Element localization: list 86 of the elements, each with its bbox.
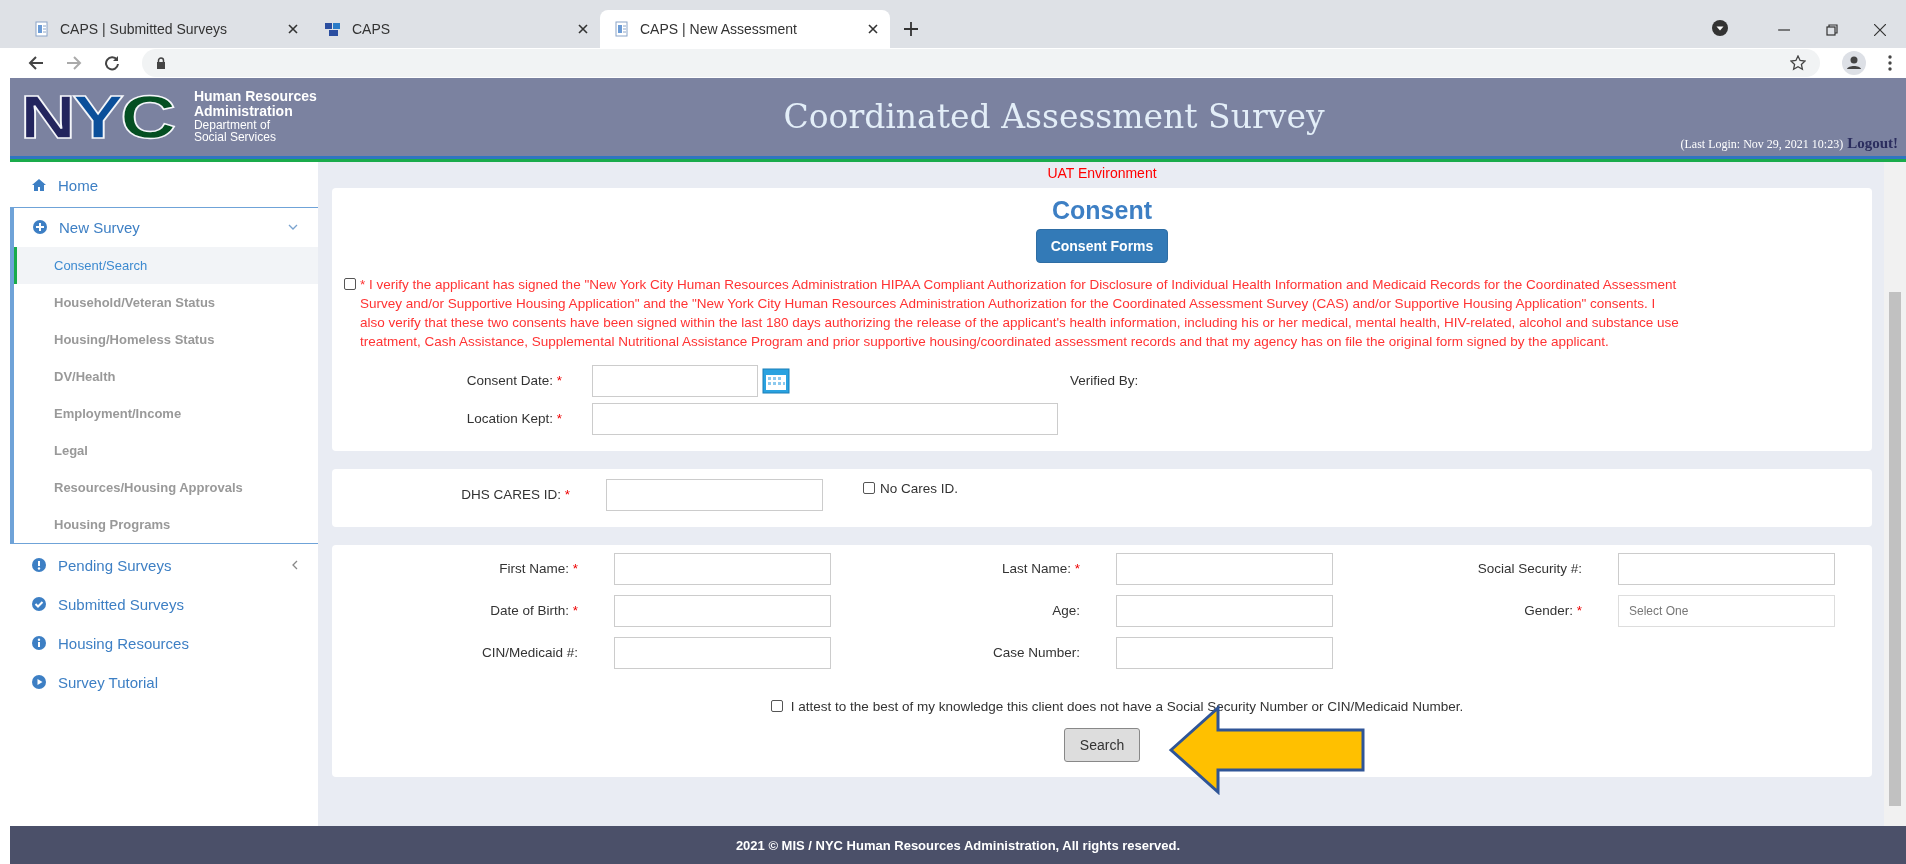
department-name: Department of xyxy=(193,118,270,132)
nav-subitem[interactable]: Resources/Housing Approvals xyxy=(14,468,318,506)
cares-id-field[interactable] xyxy=(606,478,823,511)
nav-subitem[interactable]: Household/Veteran Status xyxy=(14,283,318,321)
last-login: (Last Login: Nov 29, 2021 10:23) xyxy=(1680,136,1844,152)
nav-subitem[interactable]: Consent/Search xyxy=(14,246,318,284)
input-field[interactable] xyxy=(614,636,831,669)
consent-statement: * I verify the applicant has signed the "New York City Human Resources Administration HIPAA Compliant Authorization for Disclosure of Individual Health Information and Medicaid Records for the Coordinated Assessment Survey and/or Supportive Housing Application" and the "New York City Human Resources Administration Authorization for the Coordinated Assessment Survey (CAS) and/or Supportive Housing Application" consents. I also verify that these two consents have been signed within the last 180 days authorizing the release of the applicant's health information, including his or her medical, mental health, HIV-related, alcohol and substance use treatment, Cash Assistance, Supplemental Nutritional Assistance Program and prior supportive housing/coordinated assessment records and that my agency has on file the original form signed by the applicant. xyxy=(360,275,1680,351)
input-field[interactable] xyxy=(1116,636,1333,669)
nav-item[interactable]: New Survey xyxy=(14,207,318,247)
field-label: DHS CARES ID: * xyxy=(460,487,570,503)
scrollbar[interactable] xyxy=(1884,161,1906,827)
nav-item[interactable]: Home xyxy=(10,165,318,205)
checkbox-label: I attest to the best of my knowledge this client does not have a Social Security Number or CIN/Medicaid Number. xyxy=(790,698,1464,714)
chevron-down-icon[interactable] xyxy=(288,224,298,231)
new-tab-icon[interactable] xyxy=(904,21,918,36)
chevron-left-icon[interactable] xyxy=(292,560,298,571)
nav-subitem[interactable]: DV/Health xyxy=(14,357,318,395)
city-logo: NYC xyxy=(20,85,173,148)
logout-link[interactable]: Logout! xyxy=(1847,134,1898,152)
consent-forms-button[interactable]: Consent Forms xyxy=(1035,228,1169,263)
input-field[interactable] xyxy=(614,552,831,585)
input-field[interactable] xyxy=(1116,552,1333,585)
star-icon[interactable] xyxy=(1790,54,1806,71)
browser-tab[interactable]: CAPS xyxy=(310,9,600,48)
document-icon xyxy=(34,20,50,37)
info-circle-icon xyxy=(32,636,46,651)
field-label: First Name: * xyxy=(498,561,578,577)
close-icon[interactable] xyxy=(868,23,878,34)
field-label: Date of Birth: * xyxy=(489,603,578,619)
field-label: Social Security #: xyxy=(1476,561,1582,577)
document-icon xyxy=(614,20,630,37)
consent-date-field[interactable] xyxy=(592,364,758,397)
agency-name: Human Resources xyxy=(193,89,317,105)
home-icon xyxy=(32,179,46,192)
field-label: Consent Date: * xyxy=(465,373,562,389)
checkbox[interactable] xyxy=(770,700,783,713)
menu-icon[interactable] xyxy=(1888,54,1892,71)
lock-icon xyxy=(156,56,166,69)
close-icon[interactable] xyxy=(578,23,588,34)
browser-tab[interactable]: CAPS | New Assessment xyxy=(600,9,890,48)
checkbox[interactable] xyxy=(863,481,875,494)
profile-icon[interactable] xyxy=(1842,50,1866,75)
field-label: Gender: * xyxy=(1523,603,1582,619)
department-name: Social Services xyxy=(193,131,277,144)
nav-item[interactable]: Submitted Surveys xyxy=(10,584,318,624)
close-icon[interactable] xyxy=(1874,23,1886,36)
back-icon[interactable] xyxy=(28,54,44,71)
close-icon[interactable] xyxy=(288,23,298,34)
field-label: Case Number: xyxy=(991,645,1080,661)
nav-item[interactable]: Pending Surveys xyxy=(10,545,318,585)
restore-icon[interactable] xyxy=(1826,23,1838,36)
input-field[interactable] xyxy=(1116,594,1333,627)
nav-subitem[interactable]: Employment/Income xyxy=(14,394,318,432)
checkbox[interactable] xyxy=(344,277,356,290)
nav-subitem[interactable]: Legal xyxy=(14,431,318,469)
field-label: Last Name: * xyxy=(1000,561,1080,577)
agency-name: Administration xyxy=(193,104,294,119)
play-circle-icon xyxy=(32,675,46,690)
copyright: 2021 © MIS / NYC Human Resources Administration, All rights reserved. xyxy=(735,837,1181,853)
field-label: Age: xyxy=(1051,603,1080,619)
reload-icon[interactable] xyxy=(104,54,120,71)
forward-icon[interactable] xyxy=(66,54,82,71)
plus-circle-icon xyxy=(33,220,47,235)
environment-label: UAT Environment xyxy=(1046,163,1158,183)
input-field[interactable] xyxy=(614,594,831,627)
nav-item[interactable]: Housing Resources xyxy=(10,623,318,663)
dropdown-icon[interactable] xyxy=(1712,19,1728,36)
search-button[interactable]: Search xyxy=(1063,727,1141,762)
check-circle-icon xyxy=(32,597,46,612)
input-field[interactable] xyxy=(1618,552,1835,585)
section-title: Consent xyxy=(1051,194,1153,225)
select-field[interactable]: Select One xyxy=(1618,594,1835,627)
calendar-icon[interactable] xyxy=(762,367,790,394)
nav-subitem[interactable]: Housing/Homeless Status xyxy=(14,320,318,358)
field-label: Location Kept: * xyxy=(465,411,562,427)
site-title: Coordinated Assessment Survey xyxy=(782,97,1326,137)
city-logo-icon xyxy=(324,20,342,37)
exclamation-circle-icon xyxy=(32,558,46,573)
field-label: CIN/Medicaid #: xyxy=(480,645,578,661)
location-kept-field[interactable] xyxy=(592,402,1058,435)
nav-item[interactable]: Survey Tutorial xyxy=(10,662,318,702)
checkbox-label: No Cares ID. xyxy=(880,481,959,497)
browser-tab[interactable]: CAPS | Submitted Surveys xyxy=(20,9,310,48)
field-label: Verified By: xyxy=(1069,373,1140,389)
nav-subitem[interactable]: Housing Programs xyxy=(14,505,318,543)
